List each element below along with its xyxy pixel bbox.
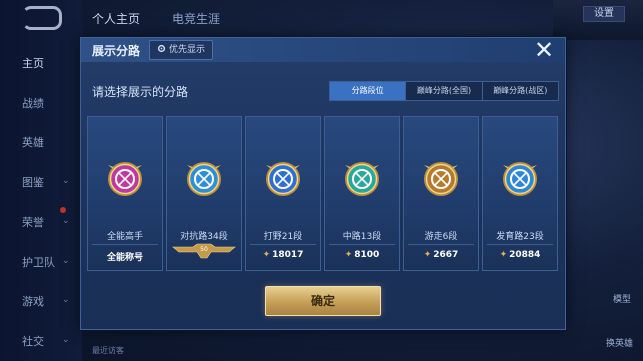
lane-stat-value: 2667 bbox=[433, 250, 459, 260]
dialog-header: 展示分路 优先显示 ✕ bbox=[81, 38, 565, 62]
lane-stat: 全能称号 bbox=[88, 250, 162, 263]
lane-type-tabs: 分路段位 巅峰分路(全国) 巅峰分路(战区) bbox=[329, 81, 559, 101]
dialog-title: 展示分路 bbox=[92, 44, 141, 58]
rank-plate-icon: 50 bbox=[172, 243, 236, 259]
bolt-icon: ✦ bbox=[423, 250, 432, 260]
roam-emblem-icon bbox=[424, 162, 458, 196]
lane-name: 对抗路34段 bbox=[180, 232, 228, 242]
lane-stat-value: 20884 bbox=[509, 250, 541, 260]
clash-lane-emblem-icon bbox=[187, 162, 221, 196]
chevron-down-icon: ⌄ bbox=[62, 256, 70, 266]
chevron-down-icon: ⌄ bbox=[62, 335, 70, 345]
change-hero-label[interactable]: 换英雄 bbox=[606, 336, 633, 349]
lane-name: 全能高手 bbox=[106, 232, 143, 242]
lane-name: 打野21段 bbox=[263, 232, 303, 242]
lane-display-dialog: 展示分路 优先显示 ✕ 请选择展示的分路 分路段位 巅峰分路(全国) 巅峰分路(… bbox=[80, 37, 566, 330]
nav-heroes[interactable]: 英雄 bbox=[22, 134, 44, 150]
lane-card[interactable]: 全能高手 全能称号 bbox=[87, 116, 163, 271]
priority-display-button[interactable]: 优先显示 bbox=[149, 40, 214, 60]
lane-stat: ✦ 18017 bbox=[246, 250, 320, 260]
nav-game[interactable]: 游戏 bbox=[22, 293, 44, 309]
bolt-icon: ✦ bbox=[499, 250, 508, 260]
close-icon: ✕ bbox=[533, 36, 555, 64]
bolt-icon: ✦ bbox=[262, 250, 271, 260]
notification-dot bbox=[60, 207, 66, 213]
lane-stat: ✦ 20884 bbox=[483, 250, 557, 260]
all-round-emblem-icon bbox=[108, 162, 142, 196]
nav-honor[interactable]: 荣誉 bbox=[22, 214, 44, 230]
game-logo-icon bbox=[22, 6, 62, 30]
lane-stat: ✦ 8100 bbox=[325, 250, 399, 260]
mid-lane-emblem-icon bbox=[345, 162, 379, 196]
nav-home[interactable]: 主页 bbox=[22, 55, 44, 71]
lane-stat: ✦ 2667 bbox=[404, 250, 478, 260]
lane-stat-value: 18017 bbox=[272, 250, 304, 260]
bottom-bar: 最近访客 bbox=[82, 339, 552, 361]
select-prompt: 请选择展示的分路 bbox=[92, 85, 189, 99]
jungle-emblem-icon bbox=[266, 162, 300, 196]
confirm-button[interactable]: 确定 bbox=[265, 286, 381, 316]
lane-card[interactable]: 对抗路34段 50 bbox=[166, 116, 242, 271]
farm-lane-emblem-icon bbox=[503, 162, 537, 196]
lane-card[interactable]: 发育路23段 ✦ 20884 bbox=[482, 116, 558, 271]
divider bbox=[92, 244, 158, 245]
lane-stat-value: 全能称号 bbox=[106, 253, 143, 263]
lane-name: 游走6段 bbox=[424, 232, 458, 242]
lane-card[interactable]: 打野21段 ✦ 18017 bbox=[245, 116, 321, 271]
divider bbox=[329, 244, 395, 245]
tab-lane-rank[interactable]: 分路段位 bbox=[330, 82, 407, 100]
chevron-down-icon: ⌄ bbox=[62, 216, 70, 226]
bolt-icon: ✦ bbox=[344, 250, 353, 260]
nav-gallery[interactable]: 图鉴 bbox=[22, 174, 44, 190]
divider bbox=[250, 244, 316, 245]
tab-peak-national[interactable]: 巅峰分路(全国) bbox=[406, 82, 483, 100]
settings-button[interactable]: 设置 bbox=[583, 6, 625, 22]
tab-esports[interactable]: 电竞生涯 bbox=[172, 10, 220, 27]
gear-icon bbox=[157, 44, 166, 53]
model-label[interactable]: 模型 bbox=[613, 292, 631, 305]
lane-stat-value: 8100 bbox=[354, 250, 380, 260]
tab-peak-region[interactable]: 巅峰分路(战区) bbox=[483, 82, 558, 100]
nav-guard[interactable]: 护卫队 bbox=[22, 254, 55, 270]
nav-records[interactable]: 战绩 bbox=[22, 95, 44, 111]
recent-visitors-label[interactable]: 最近访客 bbox=[92, 345, 124, 356]
lane-name: 发育路23段 bbox=[496, 232, 544, 242]
rank-stars-count: 50 bbox=[200, 246, 208, 253]
lane-card[interactable]: 游走6段 ✦ 2667 bbox=[403, 116, 479, 271]
chevron-down-icon: ⌄ bbox=[62, 295, 70, 305]
lane-cards: 全能高手 全能称号 对抗路34段 50 打野21段 ✦ 18017 中路13段 ✦ 8100 游走6… bbox=[87, 116, 558, 271]
divider bbox=[408, 244, 474, 245]
divider bbox=[487, 244, 553, 245]
side-nav: 主页 战绩 英雄 图鉴 ⌄ 荣誉 ⌄ 护卫队 ⌄ 游戏 ⌄ 社交 ⌄ bbox=[0, 0, 82, 361]
close-button[interactable]: ✕ bbox=[533, 36, 555, 64]
tab-profile[interactable]: 个人主页 bbox=[92, 10, 140, 27]
chevron-down-icon: ⌄ bbox=[62, 176, 70, 186]
priority-label: 优先显示 bbox=[169, 45, 206, 55]
lane-name: 中路13段 bbox=[342, 232, 382, 242]
lane-card[interactable]: 中路13段 ✦ 8100 bbox=[324, 116, 400, 271]
nav-social[interactable]: 社交 bbox=[22, 333, 44, 349]
